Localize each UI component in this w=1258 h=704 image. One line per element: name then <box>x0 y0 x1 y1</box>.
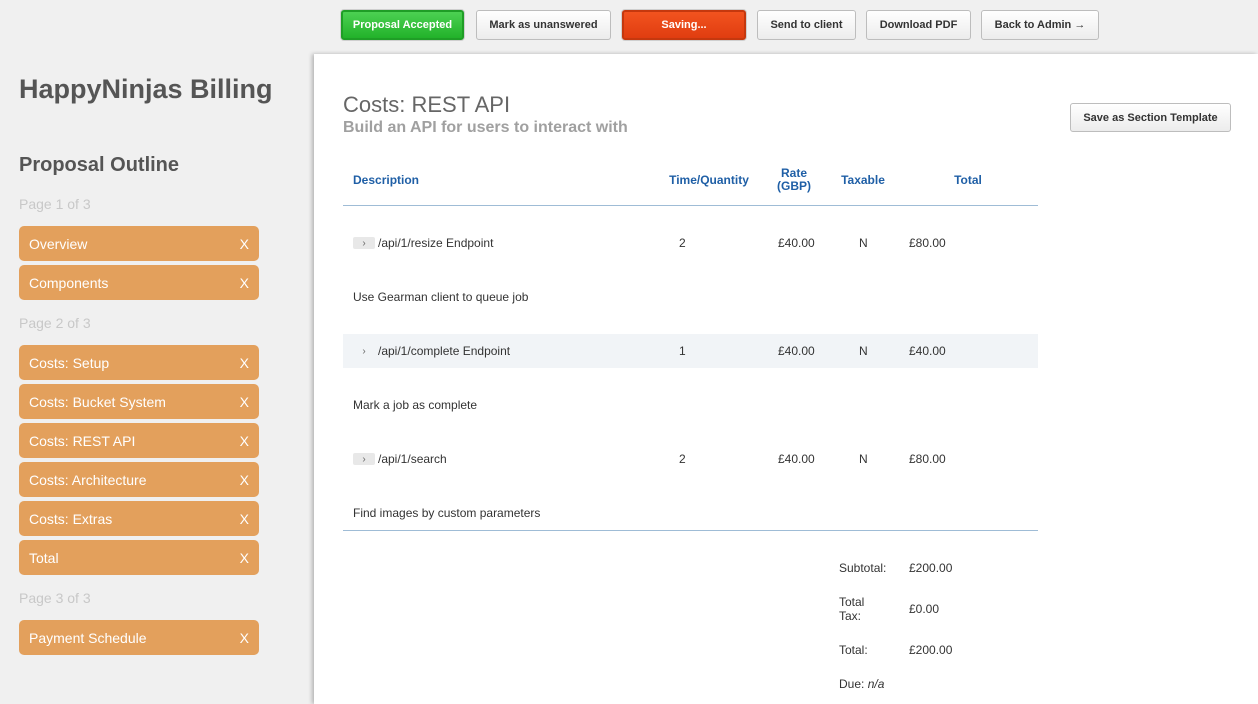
outline-item-overview[interactable]: Overview X <box>19 226 259 261</box>
remove-icon[interactable]: X <box>240 236 249 252</box>
remove-icon[interactable]: X <box>240 394 249 410</box>
remove-icon[interactable]: X <box>240 630 249 646</box>
row-rate: £40.00 <box>778 236 815 250</box>
column-header-taxable: Taxable <box>841 173 885 187</box>
row-rate: £40.00 <box>778 452 815 466</box>
page-label-2: Page 2 of 3 <box>19 315 91 331</box>
outline-item-costs-extras[interactable]: Costs: Extras X <box>19 501 259 536</box>
total-tax-value: £0.00 <box>909 602 940 616</box>
outline-item-label: Costs: Setup <box>29 354 110 371</box>
header-divider <box>343 205 1038 206</box>
outline-item-label: Total <box>29 549 59 566</box>
expand-chevron-icon[interactable]: › <box>353 237 375 249</box>
subtotal-label: Subtotal: <box>839 561 887 575</box>
send-to-client-button[interactable]: Send to client <box>757 10 856 40</box>
row-quantity: 2 <box>679 236 686 250</box>
row-description: /api/1/search <box>378 452 447 466</box>
outline-item-payment-schedule[interactable]: Payment Schedule X <box>19 620 259 655</box>
outline-item-total[interactable]: Total X <box>19 540 259 575</box>
row-description: /api/1/complete Endpoint <box>378 344 511 358</box>
outline-item-label: Costs: Extras <box>29 510 113 527</box>
row-taxable: N <box>859 236 868 250</box>
expand-chevron-icon[interactable]: › <box>353 453 375 465</box>
total-value: £200.00 <box>909 643 953 657</box>
column-header-total: Total <box>954 173 982 187</box>
outline-item-label: Costs: Architecture <box>29 471 147 488</box>
download-pdf-button[interactable]: Download PDF <box>866 10 971 40</box>
section-title: Costs: REST API <box>343 92 511 117</box>
row-description: /api/1/resize Endpoint <box>378 236 494 250</box>
mark-unanswered-button[interactable]: Mark as unanswered <box>476 10 611 40</box>
remove-icon[interactable]: X <box>240 433 249 449</box>
outline-item-label: Overview <box>29 235 88 252</box>
outline-item-label: Components <box>29 274 109 291</box>
subtotal-value: £200.00 <box>909 561 953 575</box>
outline-item-label: Costs: REST API <box>29 432 136 449</box>
row-quantity: 2 <box>679 452 686 466</box>
due-value: n/a <box>867 677 885 691</box>
outline-item-costs-setup[interactable]: Costs: Setup X <box>19 345 259 380</box>
row-note: Mark a job as complete <box>353 398 478 412</box>
row-rate: £40.00 <box>778 344 815 358</box>
column-header-rate: Rate (GBP) <box>769 167 819 193</box>
rate-unit-header-line: (GBP) <box>777 179 811 193</box>
sidebar: HappyNinjas Billing Proposal Outline Pag… <box>0 54 314 704</box>
total-label: Total: <box>839 643 868 657</box>
due-row: Due: n/a <box>839 677 884 691</box>
total-tax-label-line: Tax: <box>839 609 862 623</box>
column-header-description: Description <box>353 173 420 187</box>
outline-item-label: Costs: Bucket System <box>29 393 166 410</box>
main-panel: Costs: REST API Build an API for users t… <box>314 54 1258 704</box>
brand-title: HappyNinjas Billing <box>19 74 273 104</box>
table-row[interactable]: › /api/1/complete Endpoint 1 £40.00 N £4… <box>343 334 1038 368</box>
remove-icon[interactable]: X <box>240 550 249 566</box>
row-note: Find images by custom parameters <box>353 506 541 520</box>
save-section-template-button[interactable]: Save as Section Template <box>1070 103 1231 132</box>
row-total: £80.00 <box>909 452 946 466</box>
row-quantity: 1 <box>679 344 686 358</box>
row-taxable: N <box>859 452 868 466</box>
section-subtitle: Build an API for users to interact with <box>343 119 628 136</box>
page-label-3: Page 3 of 3 <box>19 590 91 606</box>
row-note: Use Gearman client to queue job <box>353 290 529 304</box>
saving-button[interactable]: Saving... <box>622 10 746 40</box>
expand-chevron-icon[interactable]: › <box>353 345 375 357</box>
remove-icon[interactable]: X <box>240 355 249 371</box>
row-total: £80.00 <box>909 236 946 250</box>
outline-title: Proposal Outline <box>19 154 180 176</box>
row-total: £40.00 <box>909 344 946 358</box>
remove-icon[interactable]: X <box>240 472 249 488</box>
table-row[interactable]: › /api/1/search 2 £40.00 N £80.00 <box>343 442 1038 476</box>
top-toolbar: Proposal Accepted Mark as unanswered Sav… <box>0 0 1258 54</box>
outline-item-components[interactable]: Components X <box>19 265 259 300</box>
outline-item-label: Payment Schedule <box>29 629 147 646</box>
outline-item-costs-bucket-system[interactable]: Costs: Bucket System X <box>19 384 259 419</box>
table-row[interactable]: › /api/1/resize Endpoint 2 £40.00 N £80.… <box>343 226 1038 260</box>
proposal-accepted-button[interactable]: Proposal Accepted <box>341 10 464 40</box>
outline-item-costs-rest-api[interactable]: Costs: REST API X <box>19 423 259 458</box>
outline-item-costs-architecture[interactable]: Costs: Architecture X <box>19 462 259 497</box>
table-bottom-divider <box>343 530 1038 531</box>
page-label-1: Page 1 of 3 <box>19 196 91 212</box>
remove-icon[interactable]: X <box>240 275 249 291</box>
total-tax-label-line: Total <box>839 595 865 609</box>
remove-icon[interactable]: X <box>240 511 249 527</box>
total-tax-label: Total Tax: <box>839 595 864 623</box>
column-header-time-quantity: Time/Quantity <box>669 173 749 187</box>
row-taxable: N <box>859 344 868 358</box>
due-label: Due: <box>839 677 865 691</box>
back-to-admin-button[interactable]: Back to Admin → <box>981 10 1099 40</box>
